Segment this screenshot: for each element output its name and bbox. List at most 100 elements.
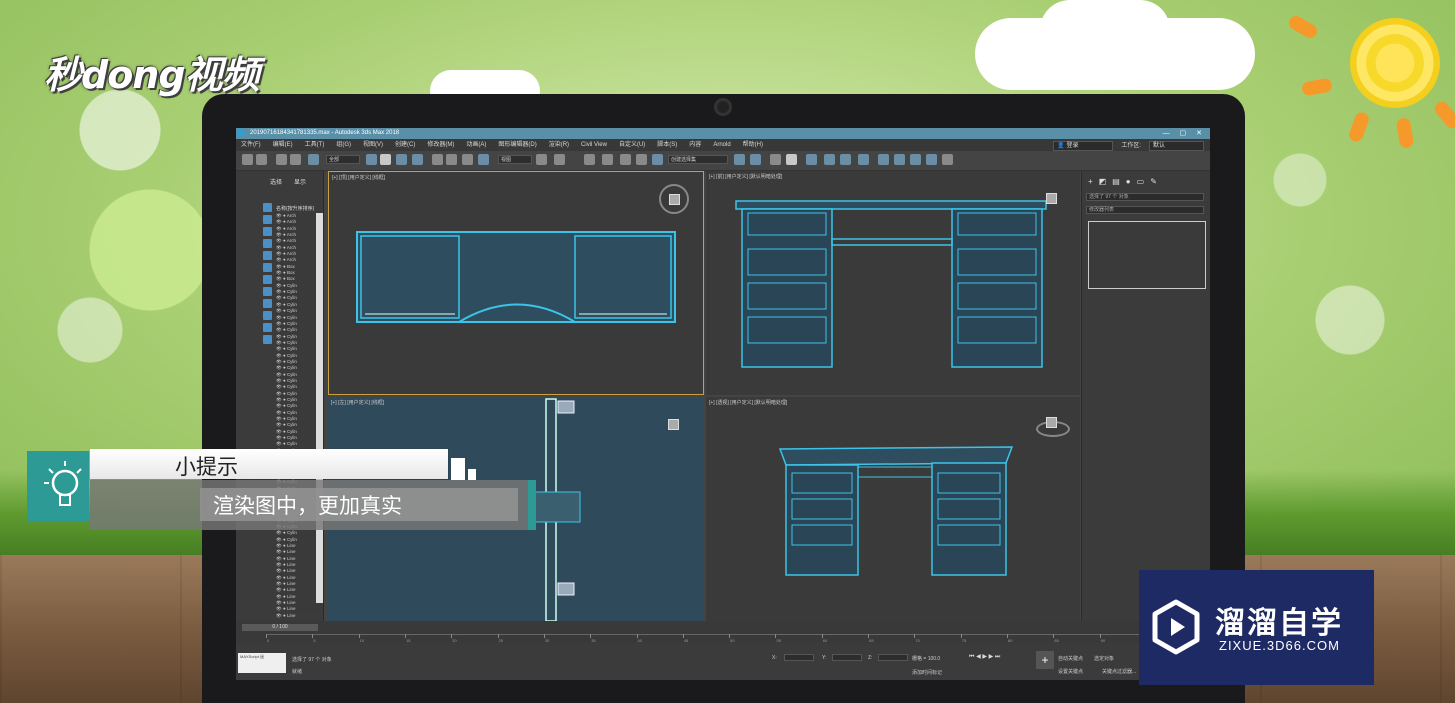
z-coord-field[interactable] bbox=[878, 654, 908, 661]
modifier-list-dropdown[interactable]: 修改器列表 bbox=[1086, 206, 1204, 214]
modifier-stack[interactable] bbox=[1088, 221, 1206, 289]
viewport-front[interactable]: [+] [前] [用户定义] [默认明暗处理] bbox=[706, 171, 1080, 395]
filter-icon[interactable] bbox=[263, 203, 272, 212]
display-tab-icon[interactable]: ▭ bbox=[1137, 177, 1145, 186]
menu-graph-editors[interactable]: 图形编辑器(D) bbox=[498, 139, 536, 151]
auto-key-button[interactable]: 自动关键点 bbox=[1058, 655, 1083, 662]
key-filters-button[interactable]: 关键点过滤器... bbox=[1102, 668, 1136, 675]
filter-icon[interactable] bbox=[263, 323, 272, 332]
select-manipulate-icon[interactable] bbox=[554, 154, 565, 165]
viewcube-face[interactable] bbox=[668, 419, 679, 430]
undo-icon[interactable] bbox=[242, 154, 253, 165]
select-object-icon[interactable] bbox=[366, 154, 377, 165]
scene-explorer-icon[interactable] bbox=[786, 154, 797, 165]
menu-create[interactable]: 创建(C) bbox=[395, 139, 415, 151]
set-key-button[interactable]: 设置关键点 bbox=[1058, 668, 1083, 675]
bind-space-warp-icon[interactable] bbox=[308, 154, 319, 165]
create-tab-icon[interactable]: + bbox=[1088, 177, 1093, 186]
menu-views[interactable]: 视图(V) bbox=[363, 139, 383, 151]
filter-icon[interactable] bbox=[263, 335, 272, 344]
menu-scripting[interactable]: 脚本(S) bbox=[657, 139, 677, 151]
move-icon[interactable] bbox=[432, 154, 443, 165]
maxscript-listener[interactable]: MAXScript 迷 bbox=[238, 653, 286, 673]
filter-icon[interactable] bbox=[263, 239, 272, 248]
object-name-field[interactable]: 选择了 97 个 对象 bbox=[1086, 193, 1204, 201]
percent-snap-icon[interactable] bbox=[620, 154, 631, 165]
viewport-top[interactable]: [+] [顶] [用户定义] [线框] bbox=[328, 171, 704, 395]
spinner-snap-icon[interactable] bbox=[636, 154, 647, 165]
filter-icon[interactable] bbox=[263, 227, 272, 236]
track-bar[interactable]: 0 5 10 15 20 25 30 35 40 45 50 55 60 65 70 75 80 85 90 bbox=[266, 634, 1146, 643]
menu-content[interactable]: 内容 bbox=[689, 139, 701, 151]
sign-in-dropdown[interactable]: 👤 登录 bbox=[1053, 141, 1114, 151]
select-by-name-icon[interactable] bbox=[380, 154, 391, 165]
menu-modifiers[interactable]: 修改器(M) bbox=[427, 139, 454, 151]
window-controls[interactable]: — ▢ ✕ bbox=[1163, 128, 1206, 139]
mirror-icon[interactable] bbox=[734, 154, 745, 165]
selection-filter-dropdown[interactable]: 全部 bbox=[326, 155, 360, 164]
material-editor-icon[interactable] bbox=[858, 154, 869, 165]
curve-editor-icon[interactable] bbox=[824, 154, 835, 165]
filter-icon[interactable] bbox=[263, 299, 272, 308]
tab-select[interactable]: 选择 bbox=[270, 177, 282, 186]
ribbon-icon[interactable] bbox=[806, 154, 817, 165]
link-icon[interactable] bbox=[276, 154, 287, 165]
menu-animation[interactable]: 动画(A) bbox=[466, 139, 486, 151]
rendered-frame-icon[interactable] bbox=[894, 154, 905, 165]
viewcube-face[interactable] bbox=[1046, 193, 1057, 204]
menu-tools[interactable]: 工具(T) bbox=[305, 139, 325, 151]
render-setup-icon[interactable] bbox=[878, 154, 889, 165]
add-time-tag[interactable]: 添加时间标记 bbox=[912, 669, 942, 676]
time-slider[interactable]: 0 / 100 bbox=[242, 624, 318, 631]
menu-edit[interactable]: 编辑(E) bbox=[273, 139, 293, 151]
rotate-icon[interactable] bbox=[446, 154, 457, 165]
filter-icon[interactable] bbox=[263, 311, 272, 320]
menu-customize[interactable]: 自定义(U) bbox=[619, 139, 645, 151]
filter-icon[interactable] bbox=[263, 275, 272, 284]
named-selection-dropdown[interactable]: 创建选择集 bbox=[668, 155, 728, 164]
place-icon[interactable] bbox=[478, 154, 489, 165]
edit-named-sets-icon[interactable] bbox=[652, 154, 663, 165]
add-key-button[interactable]: + bbox=[1036, 651, 1054, 669]
menu-civil-view[interactable]: Civil View bbox=[581, 139, 607, 151]
explorer-scrollbar[interactable] bbox=[316, 213, 323, 603]
teapot-icon[interactable] bbox=[942, 154, 953, 165]
scale-icon[interactable] bbox=[462, 154, 473, 165]
menu-help[interactable]: 帮助(H) bbox=[743, 139, 763, 151]
window-crossing-icon[interactable] bbox=[412, 154, 423, 165]
hierarchy-tab-icon[interactable]: ▤ bbox=[1112, 177, 1120, 186]
explorer-column-header[interactable]: 名称(按升序排序) bbox=[276, 205, 314, 212]
modify-tab-icon[interactable]: ◩ bbox=[1099, 177, 1107, 186]
motion-tab-icon[interactable]: ● bbox=[1126, 177, 1131, 186]
viewport-perspective[interactable]: [+] [透视] [用户定义] [默认明暗处理] bbox=[706, 397, 1080, 621]
x-coord-field[interactable] bbox=[784, 654, 814, 661]
angle-snap-icon[interactable] bbox=[602, 154, 613, 165]
utilities-tab-icon[interactable]: ✎ bbox=[1150, 177, 1157, 186]
menu-rendering[interactable]: 渲染(R) bbox=[549, 139, 569, 151]
filter-icon[interactable] bbox=[263, 287, 272, 296]
y-coord-field[interactable] bbox=[832, 654, 862, 661]
filter-icon[interactable] bbox=[263, 251, 272, 260]
render-cloud-icon[interactable] bbox=[926, 154, 937, 165]
list-item[interactable]: 👁 ● Line bbox=[276, 613, 320, 619]
viewcube-face[interactable] bbox=[669, 194, 680, 205]
playback-controls[interactable]: ⏮ ◀ ▶ ▶ ⏭ bbox=[969, 653, 1000, 661]
snap-3d-icon[interactable] bbox=[584, 154, 595, 165]
align-icon[interactable] bbox=[750, 154, 761, 165]
unlink-icon[interactable] bbox=[290, 154, 301, 165]
filter-icon[interactable] bbox=[263, 263, 272, 272]
rect-selection-icon[interactable] bbox=[396, 154, 407, 165]
selected-object-dropdown[interactable]: 选定对象 bbox=[1094, 655, 1114, 662]
menu-file[interactable]: 文件(F) bbox=[241, 139, 261, 151]
tab-display[interactable]: 显示 bbox=[294, 177, 306, 186]
viewcube-face[interactable] bbox=[1046, 417, 1057, 428]
redo-icon[interactable] bbox=[256, 154, 267, 165]
pivot-center-icon[interactable] bbox=[536, 154, 547, 165]
menu-arnold[interactable]: Arnold bbox=[713, 139, 730, 151]
menu-group[interactable]: 组(G) bbox=[336, 139, 351, 151]
schematic-view-icon[interactable] bbox=[840, 154, 851, 165]
filter-icon[interactable] bbox=[263, 215, 272, 224]
render-production-icon[interactable] bbox=[910, 154, 921, 165]
workspace-dropdown[interactable]: 默认 bbox=[1149, 141, 1204, 151]
reference-coord-dropdown[interactable]: 视图 bbox=[498, 155, 532, 164]
